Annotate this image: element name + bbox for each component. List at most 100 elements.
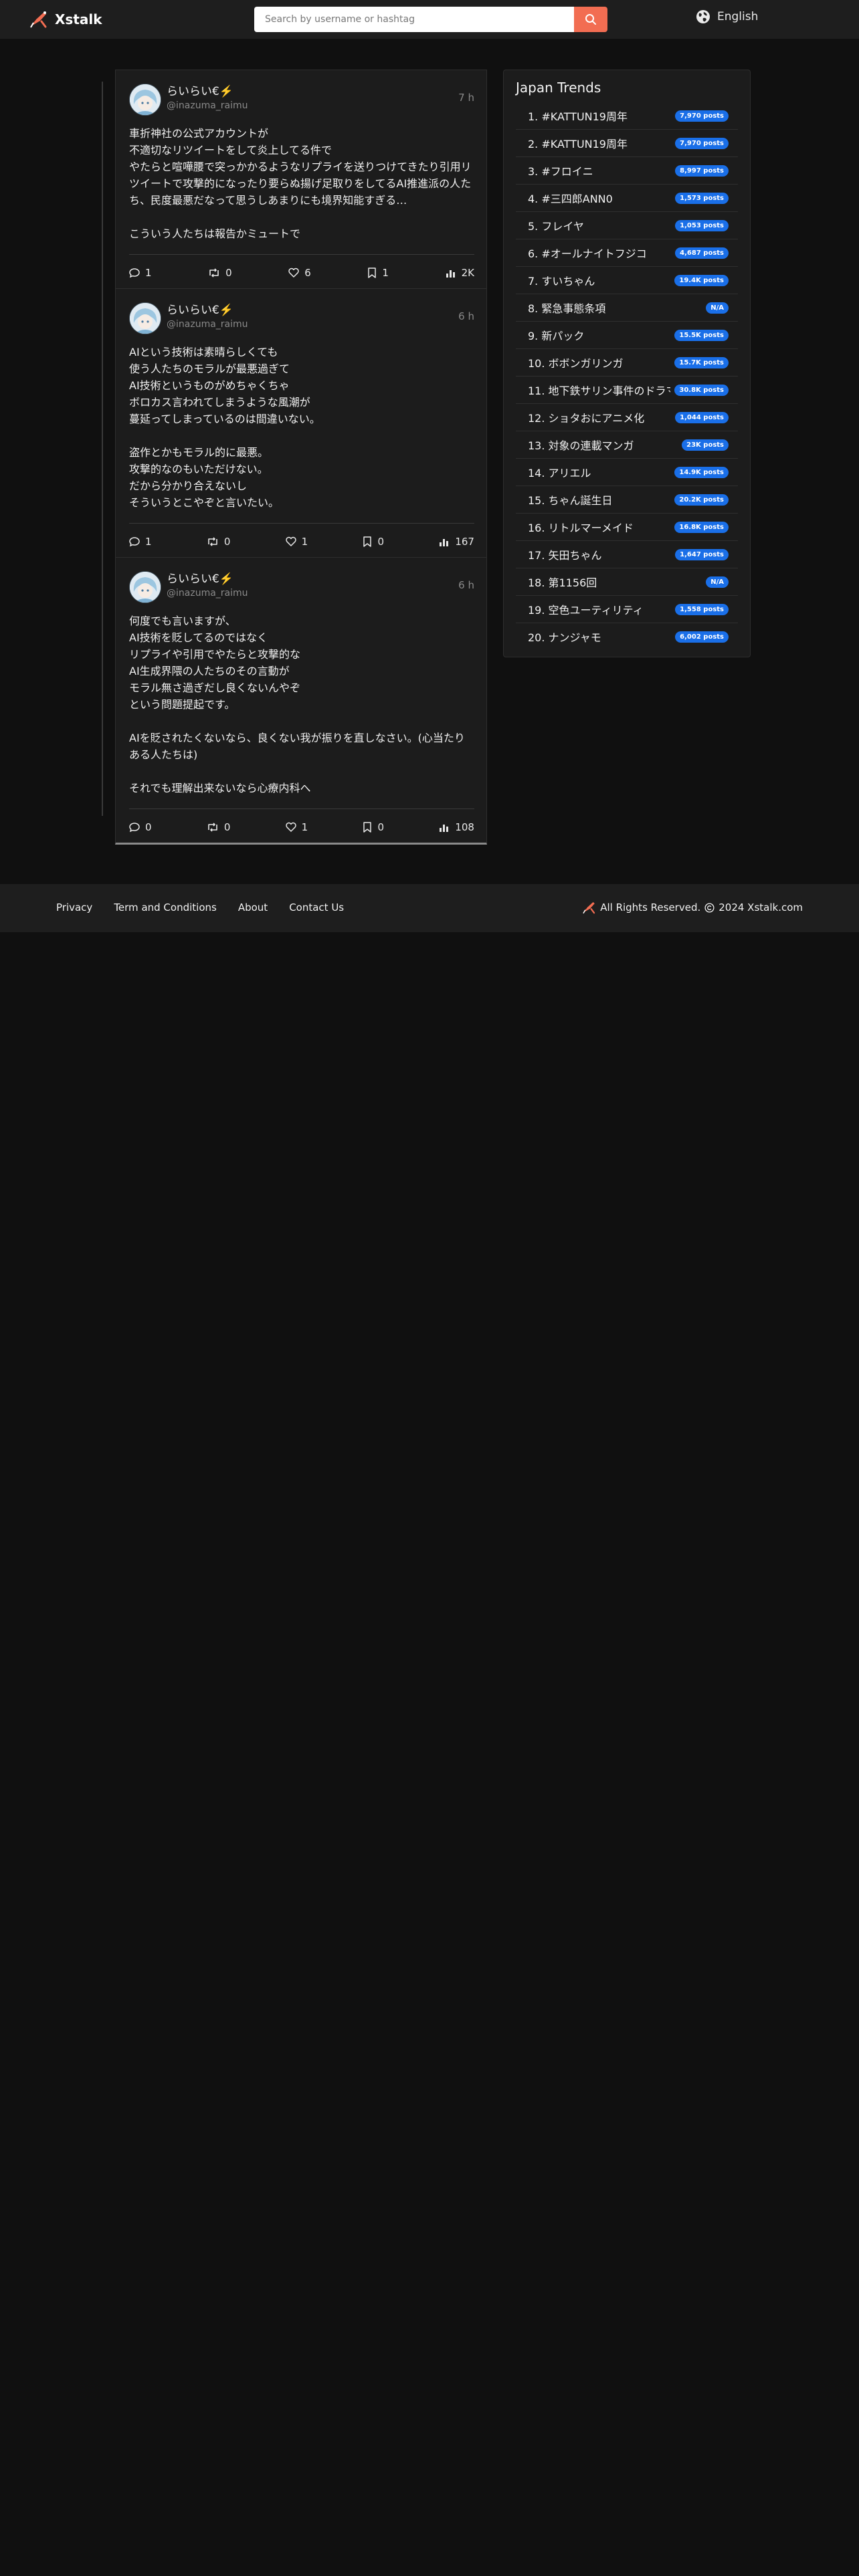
bookmark-button[interactable]: 1 [367, 267, 389, 279]
repost-count: 0 [223, 821, 231, 833]
views-button[interactable]: 108 [439, 821, 474, 833]
language-selector[interactable]: English [696, 9, 758, 24]
trend-item[interactable]: 6. #オールナイトフジコ 4,687 posts [516, 239, 738, 267]
view-count: 2K [461, 267, 474, 279]
like-count: 1 [301, 536, 308, 548]
trend-post-count-badge: 1,053 posts [675, 219, 729, 231]
trend-name: 20. ナンジャモ [528, 631, 601, 644]
trend-post-count-badge: N/A [706, 302, 729, 314]
trend-name: 12. ショタおにアニメ化 [528, 412, 645, 425]
trend-item[interactable]: 13. 対象の連載マンガ 23K posts [516, 431, 738, 459]
like-count: 6 [304, 267, 311, 279]
view-count: 108 [455, 821, 474, 833]
bookmark-button[interactable]: 0 [363, 536, 384, 548]
search-bar [254, 7, 607, 32]
trend-item[interactable]: 16. リトルマーメイド 16.8K posts [516, 514, 738, 541]
reply-count: 0 [145, 821, 152, 833]
post-username[interactable]: らいらい€⚡️ [167, 84, 248, 99]
trend-name: 8. 緊急事態条項 [528, 302, 606, 315]
trend-post-count-badge: 7,970 posts [675, 137, 729, 149]
trends-title: Japan Trends [516, 80, 601, 96]
post-handle[interactable]: @inazuma_raimu [167, 586, 248, 600]
bookmark-icon [363, 536, 372, 547]
post-handle[interactable]: @inazuma_raimu [167, 99, 248, 112]
post-card[interactable]: らいらい€⚡️ @inazuma_raimu 6 h AIという技術は素晴らしく… [115, 289, 487, 558]
view-count: 167 [455, 536, 474, 548]
like-count: 1 [301, 821, 308, 833]
search-input[interactable] [254, 7, 574, 32]
search-button[interactable] [574, 7, 607, 32]
avatar-image [130, 572, 161, 603]
trend-post-count-badge: 1,573 posts [675, 192, 729, 204]
trend-item[interactable]: 12. ショタおにアニメ化 1,044 posts [516, 404, 738, 431]
like-button[interactable]: 1 [285, 821, 308, 833]
repost-button[interactable]: 0 [207, 536, 231, 548]
brand-link[interactable]: Xstalk [28, 9, 102, 29]
post-actions: 1 0 6 1 2K [129, 254, 474, 279]
trend-item[interactable]: 8. 緊急事態条項 N/A [516, 294, 738, 322]
footer-link-terms[interactable]: Term and Conditions [114, 901, 217, 914]
avatar-image [130, 303, 161, 334]
footer-link-contact[interactable]: Contact Us [289, 901, 344, 914]
trend-item[interactable]: 10. ボボンガリンガ 15.7K posts [516, 349, 738, 377]
post-time: 7 h [458, 92, 474, 104]
post-actions: 1 0 1 0 167 [129, 523, 474, 548]
heart-icon [285, 822, 296, 833]
views-button[interactable]: 167 [439, 536, 474, 548]
repost-button[interactable]: 0 [208, 267, 232, 279]
trend-item[interactable]: 2. #KATTUN19周年 7,970 posts [516, 130, 738, 157]
avatar[interactable] [129, 84, 161, 116]
reply-button[interactable]: 1 [129, 267, 152, 279]
post-card[interactable]: らいらい€⚡️ @inazuma_raimu 7 h 車折神社の公式アカウントが… [115, 70, 487, 289]
footer-link-about[interactable]: About [238, 901, 268, 914]
views-chart-icon [446, 270, 455, 278]
brand-name: Xstalk [55, 11, 102, 27]
trend-item[interactable]: 3. #フロイニ 8,997 posts [516, 157, 738, 185]
trend-name: 5. フレイヤ [528, 220, 584, 233]
trend-item[interactable]: 20. ナンジャモ 6,002 posts [516, 623, 738, 650]
trend-post-count-badge: 15.5K posts [674, 329, 729, 341]
repost-count: 0 [223, 536, 231, 548]
trend-item[interactable]: 18. 第1156回 N/A [516, 568, 738, 596]
trend-item[interactable]: 17. 矢田ちゃん 1,647 posts [516, 541, 738, 568]
trend-post-count-badge: 14.9K posts [674, 466, 729, 478]
post-username[interactable]: らいらい€⚡️ [167, 572, 248, 586]
trend-item[interactable]: 11. 地下鉄サリン事件のドラマ 30.8K posts [516, 377, 738, 404]
trend-item[interactable]: 15. ちゃん誕生日 20.2K posts [516, 486, 738, 514]
like-button[interactable]: 6 [288, 267, 311, 279]
reply-button[interactable]: 1 [129, 536, 152, 548]
views-button[interactable]: 2K [446, 267, 474, 279]
avatar[interactable] [129, 302, 161, 334]
trend-name: 13. 対象の連載マンガ [528, 439, 634, 452]
footer-copyright: All Rights Reserved. 2024 Xstalk.com [581, 900, 803, 915]
reply-button[interactable]: 0 [129, 821, 152, 833]
trend-item[interactable]: 1. #KATTUN19周年 7,970 posts [516, 102, 738, 130]
trend-post-count-badge: 7,970 posts [675, 110, 729, 122]
like-button[interactable]: 1 [285, 536, 308, 548]
post-body: AIという技術は素晴らしくても 使う人たちのモラルが最悪過ぎて AI技術というも… [129, 346, 320, 509]
trend-item[interactable]: 9. 新パック 15.5K posts [516, 322, 738, 349]
trend-item[interactable]: 4. #三四郎ANN0 1,573 posts [516, 185, 738, 212]
globe-icon [696, 10, 710, 23]
repost-count: 0 [225, 267, 232, 279]
post-body: 何度でも言いますが、 AI技術を貶してるのではなく リプライや引用でやたらと攻撃… [129, 615, 465, 794]
post-username[interactable]: らいらい€⚡️ [167, 303, 248, 318]
feed-rail [102, 82, 103, 816]
trend-item[interactable]: 7. すいちゃん 19.4K posts [516, 267, 738, 294]
site-footer: Privacy Term and Conditions About Contac… [0, 884, 859, 932]
avatar[interactable] [129, 571, 161, 603]
trend-item[interactable]: 14. アリエル 14.9K posts [516, 459, 738, 486]
reply-icon [129, 537, 140, 547]
trend-post-count-badge: 19.4K posts [674, 274, 729, 286]
views-chart-icon [440, 539, 449, 546]
trend-name: 14. アリエル [528, 467, 591, 479]
post-card[interactable]: らいらい€⚡️ @inazuma_raimu 6 h 何度でも言いますが、 AI… [115, 558, 487, 845]
bookmark-button[interactable]: 0 [363, 821, 384, 833]
trend-item[interactable]: 19. 空色ユーティリティ 1,558 posts [516, 596, 738, 623]
trend-item[interactable]: 5. フレイヤ 1,053 posts [516, 212, 738, 239]
footer-link-privacy[interactable]: Privacy [56, 901, 92, 914]
reply-icon [129, 268, 140, 278]
reply-icon [129, 823, 140, 833]
repost-button[interactable]: 0 [207, 821, 231, 833]
post-handle[interactable]: @inazuma_raimu [167, 318, 248, 331]
